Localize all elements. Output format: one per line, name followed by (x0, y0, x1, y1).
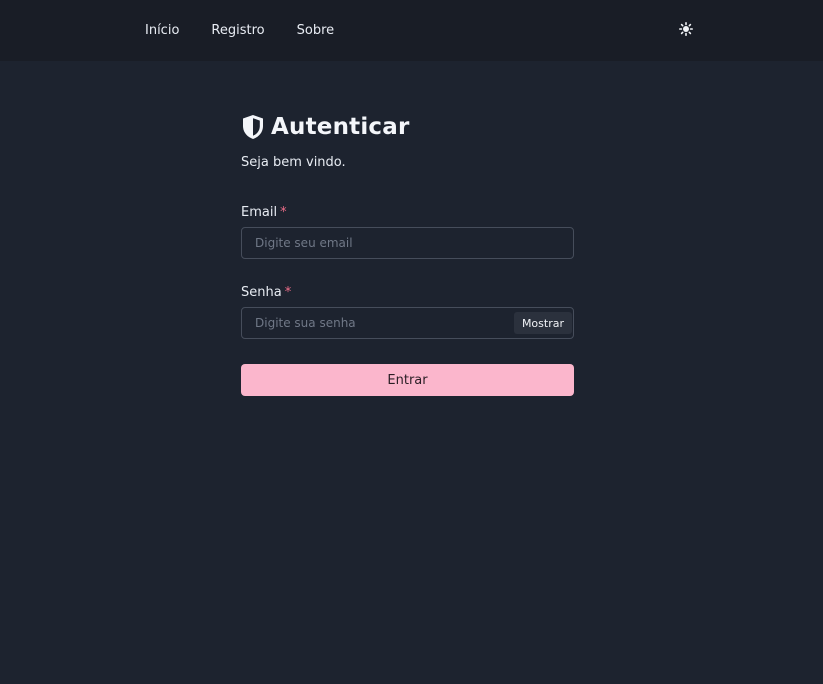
password-label-text: Senha (241, 285, 282, 300)
main-nav: Início Registro Sobre (145, 0, 334, 61)
password-label: Senha * (241, 285, 574, 300)
password-input-wrapper: Mostrar (241, 307, 574, 339)
top-navbar: Início Registro Sobre (0, 0, 823, 61)
nav-link-inicio[interactable]: Início (145, 23, 179, 38)
email-input[interactable] (242, 228, 573, 258)
sun-icon (679, 22, 693, 36)
theme-toggle-button[interactable] (676, 19, 696, 39)
login-submit-button[interactable]: Entrar (241, 364, 574, 396)
show-password-button[interactable]: Mostrar (513, 312, 572, 334)
nav-link-sobre[interactable]: Sobre (297, 23, 335, 38)
password-group: Senha * Mostrar (241, 285, 574, 339)
email-group: Email * (241, 205, 574, 259)
login-card: Autenticar Seja bem vindo. Email* Senha*… (241, 112, 574, 396)
email-input-wrapper (241, 227, 574, 259)
password-required-mark: * (284, 285, 292, 300)
page-title: Autenticar (271, 114, 410, 140)
email-label: Email * (241, 205, 574, 220)
email-label-text: Email (241, 205, 278, 220)
shield-icon (243, 115, 263, 139)
email-required-mark: * (280, 205, 287, 220)
welcome-text: Seja bem vindo. (241, 155, 346, 170)
login-header: Autenticar (241, 112, 574, 142)
nav-link-registro[interactable]: Registro (211, 23, 264, 38)
